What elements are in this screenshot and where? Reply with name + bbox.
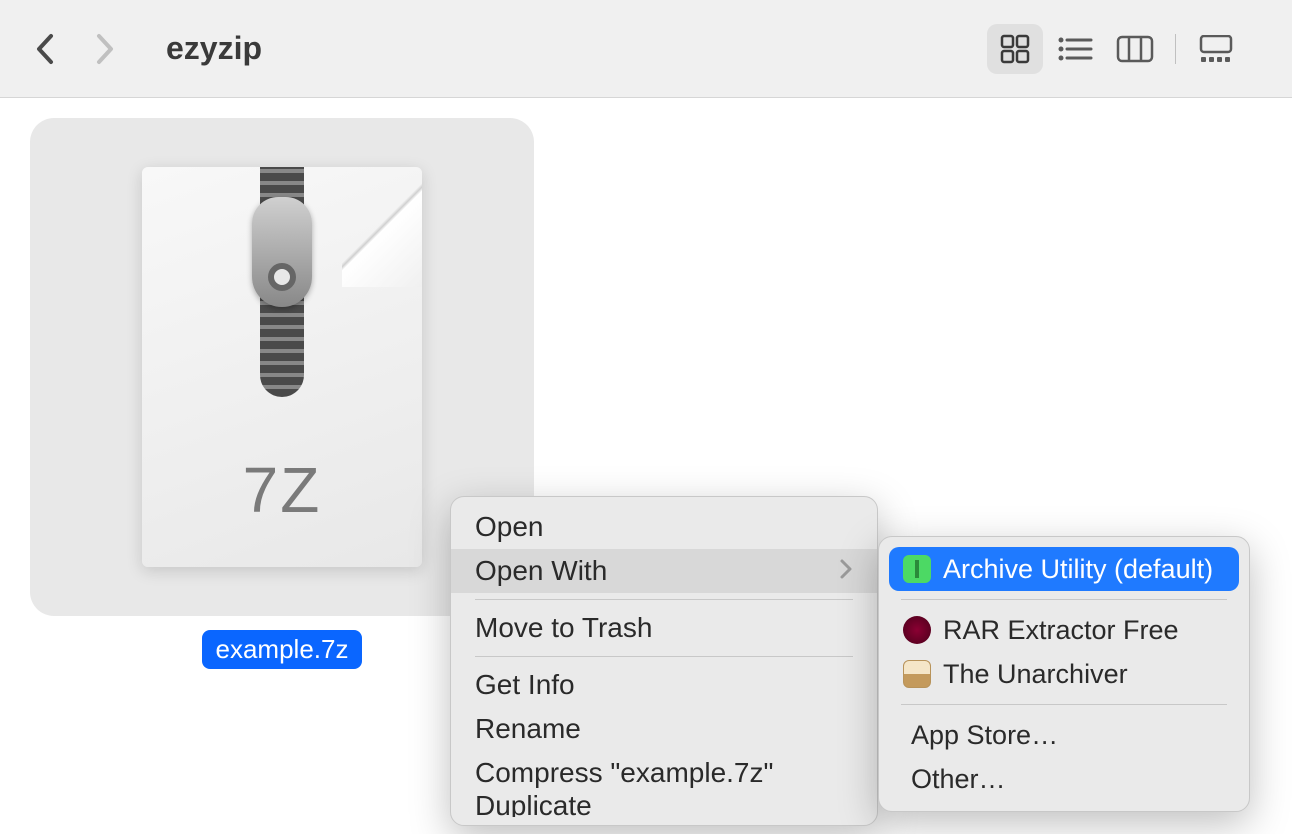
menu-open-with-label: Open With xyxy=(475,555,607,587)
nav-buttons xyxy=(28,31,122,67)
document-shape-icon: 7Z xyxy=(142,167,422,567)
page-fold-icon xyxy=(342,167,422,287)
gallery-icon xyxy=(1197,35,1235,63)
rar-extractor-icon xyxy=(903,616,931,644)
submenu-archive-utility[interactable]: Archive Utility (default) xyxy=(889,547,1239,591)
menu-getinfo-label: Get Info xyxy=(475,669,575,701)
submenu-archive-label: Archive Utility (default) xyxy=(943,554,1213,585)
menu-duplicate-label: Duplicate xyxy=(475,795,592,817)
menu-compress[interactable]: Compress "example.7z" xyxy=(451,751,877,795)
menu-open[interactable]: Open xyxy=(451,505,877,549)
chevron-left-icon xyxy=(35,33,57,65)
submenu-other[interactable]: Other… xyxy=(889,757,1239,801)
menu-compress-label: Compress "example.7z" xyxy=(475,757,773,789)
chevron-right-icon xyxy=(839,555,853,587)
unarchiver-icon xyxy=(903,660,931,688)
menu-move-to-trash[interactable]: Move to Trash xyxy=(451,606,877,650)
submenu-appstore-label: App Store… xyxy=(911,720,1058,751)
menu-separator xyxy=(475,599,853,600)
menu-rename-label: Rename xyxy=(475,713,581,745)
file-type-label: 7Z xyxy=(142,453,422,527)
submenu-rar-label: RAR Extractor Free xyxy=(943,615,1179,646)
grid-icon xyxy=(999,33,1031,65)
toolbar-divider xyxy=(1175,34,1176,64)
context-menu: Open Open With Move to Trash Get Info Re… xyxy=(450,496,878,826)
submenu-separator xyxy=(901,704,1227,705)
gallery-view-button[interactable] xyxy=(1188,24,1244,74)
toolbar-left: ezyzip xyxy=(28,30,262,67)
submenu-rar-extractor[interactable]: RAR Extractor Free xyxy=(889,608,1239,652)
menu-trash-label: Move to Trash xyxy=(475,612,652,644)
submenu-unarchiver-label: The Unarchiver xyxy=(943,659,1128,690)
chevron-right-icon xyxy=(93,33,115,65)
menu-rename[interactable]: Rename xyxy=(451,707,877,751)
toolbar-right xyxy=(987,24,1264,74)
forward-button[interactable] xyxy=(86,31,122,67)
submenu-other-label: Other… xyxy=(911,764,1006,795)
menu-get-info[interactable]: Get Info xyxy=(451,663,877,707)
submenu-unarchiver[interactable]: The Unarchiver xyxy=(889,652,1239,696)
menu-open-label: Open xyxy=(475,511,544,543)
menu-duplicate[interactable]: Duplicate xyxy=(451,795,877,817)
open-with-submenu: Archive Utility (default) RAR Extractor … xyxy=(878,536,1250,812)
list-icon xyxy=(1057,35,1093,63)
submenu-app-store[interactable]: App Store… xyxy=(889,713,1239,757)
back-button[interactable] xyxy=(28,31,64,67)
menu-separator xyxy=(475,656,853,657)
menu-open-with[interactable]: Open With xyxy=(451,549,877,593)
archive-utility-icon xyxy=(903,555,931,583)
column-view-button[interactable] xyxy=(1107,24,1163,74)
file-icon: 7Z xyxy=(142,167,422,567)
submenu-separator xyxy=(901,599,1227,600)
toolbar: ezyzip xyxy=(0,0,1292,98)
file-name-label[interactable]: example.7z xyxy=(202,630,363,669)
folder-title[interactable]: ezyzip xyxy=(166,30,262,67)
columns-icon xyxy=(1116,35,1154,63)
list-view-button[interactable] xyxy=(1047,24,1103,74)
zipper-icon xyxy=(260,167,304,397)
icon-view-button[interactable] xyxy=(987,24,1043,74)
